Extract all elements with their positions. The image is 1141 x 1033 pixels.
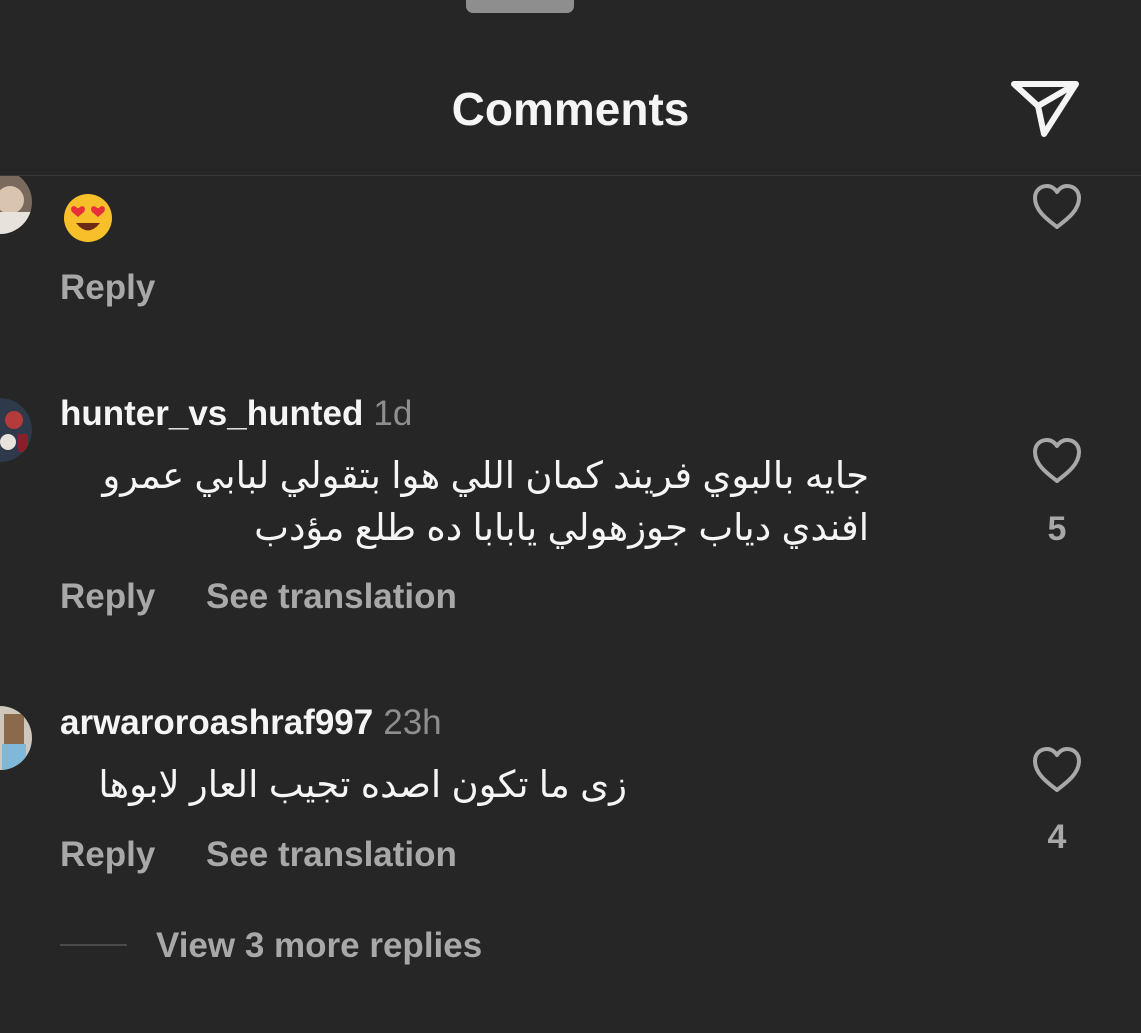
comment-text-line: جايه بالبوي فريند كمان اللي هوا بتقولي ل… xyxy=(102,455,869,496)
like-button[interactable] xyxy=(1030,436,1084,486)
avatar[interactable] xyxy=(0,176,32,234)
comment-text-line: زى ما تكون اصده تجيب العار لابوها xyxy=(98,764,627,805)
heart-outline-icon xyxy=(1033,438,1081,483)
comment-timestamp: 23h xyxy=(383,703,442,742)
comment-username[interactable]: arwaroroashraf997 23h xyxy=(60,703,442,743)
see-translation-button[interactable]: See translation xyxy=(206,835,457,875)
comments-list[interactable]: Reply hunter_vs_hunted 1d جايه بالبوي فري… xyxy=(0,176,1141,1033)
like-button[interactable] xyxy=(1030,745,1084,795)
avatar[interactable] xyxy=(0,706,32,770)
replies-divider-line xyxy=(60,944,127,946)
like-count: 4 xyxy=(1047,818,1067,856)
reply-button[interactable]: Reply xyxy=(60,268,155,308)
username-text[interactable]: hunter_vs_hunted xyxy=(60,394,363,433)
comment-timestamp: 1d xyxy=(373,394,413,433)
send-icon xyxy=(1011,81,1079,137)
reply-button[interactable]: Reply xyxy=(60,577,155,617)
comment-text: زى ما تكون اصده تجيب العار لابوها xyxy=(98,759,627,811)
comment-text-line: افندي دياب جوزهولي يابابا ده طلع مؤدب xyxy=(254,507,869,548)
share-button[interactable] xyxy=(1008,74,1082,140)
comments-header: Comments xyxy=(0,0,1141,176)
view-more-replies-button[interactable]: View 3 more replies xyxy=(156,926,482,966)
see-translation-button[interactable]: See translation xyxy=(206,577,457,617)
avatar-image xyxy=(0,176,32,234)
username-text[interactable]: arwaroroashraf997 xyxy=(60,703,373,742)
avatar-image xyxy=(0,706,32,770)
like-count: 5 xyxy=(1047,510,1067,548)
like-button[interactable] xyxy=(1030,182,1084,232)
avatar[interactable] xyxy=(0,398,32,462)
comment-username[interactable]: hunter_vs_hunted 1d xyxy=(60,394,412,434)
page-title: Comments xyxy=(451,83,690,135)
heart-outline-icon xyxy=(1033,747,1081,792)
reply-button[interactable]: Reply xyxy=(60,835,155,875)
heart-eyes-emoji-icon xyxy=(64,194,112,242)
heart-outline-icon xyxy=(1033,184,1081,229)
comment-text: جايه بالبوي فريند كمان اللي هوا بتقولي ل… xyxy=(102,450,869,554)
avatar-image xyxy=(0,398,32,462)
sheet-grab-handle[interactable] xyxy=(466,0,574,13)
